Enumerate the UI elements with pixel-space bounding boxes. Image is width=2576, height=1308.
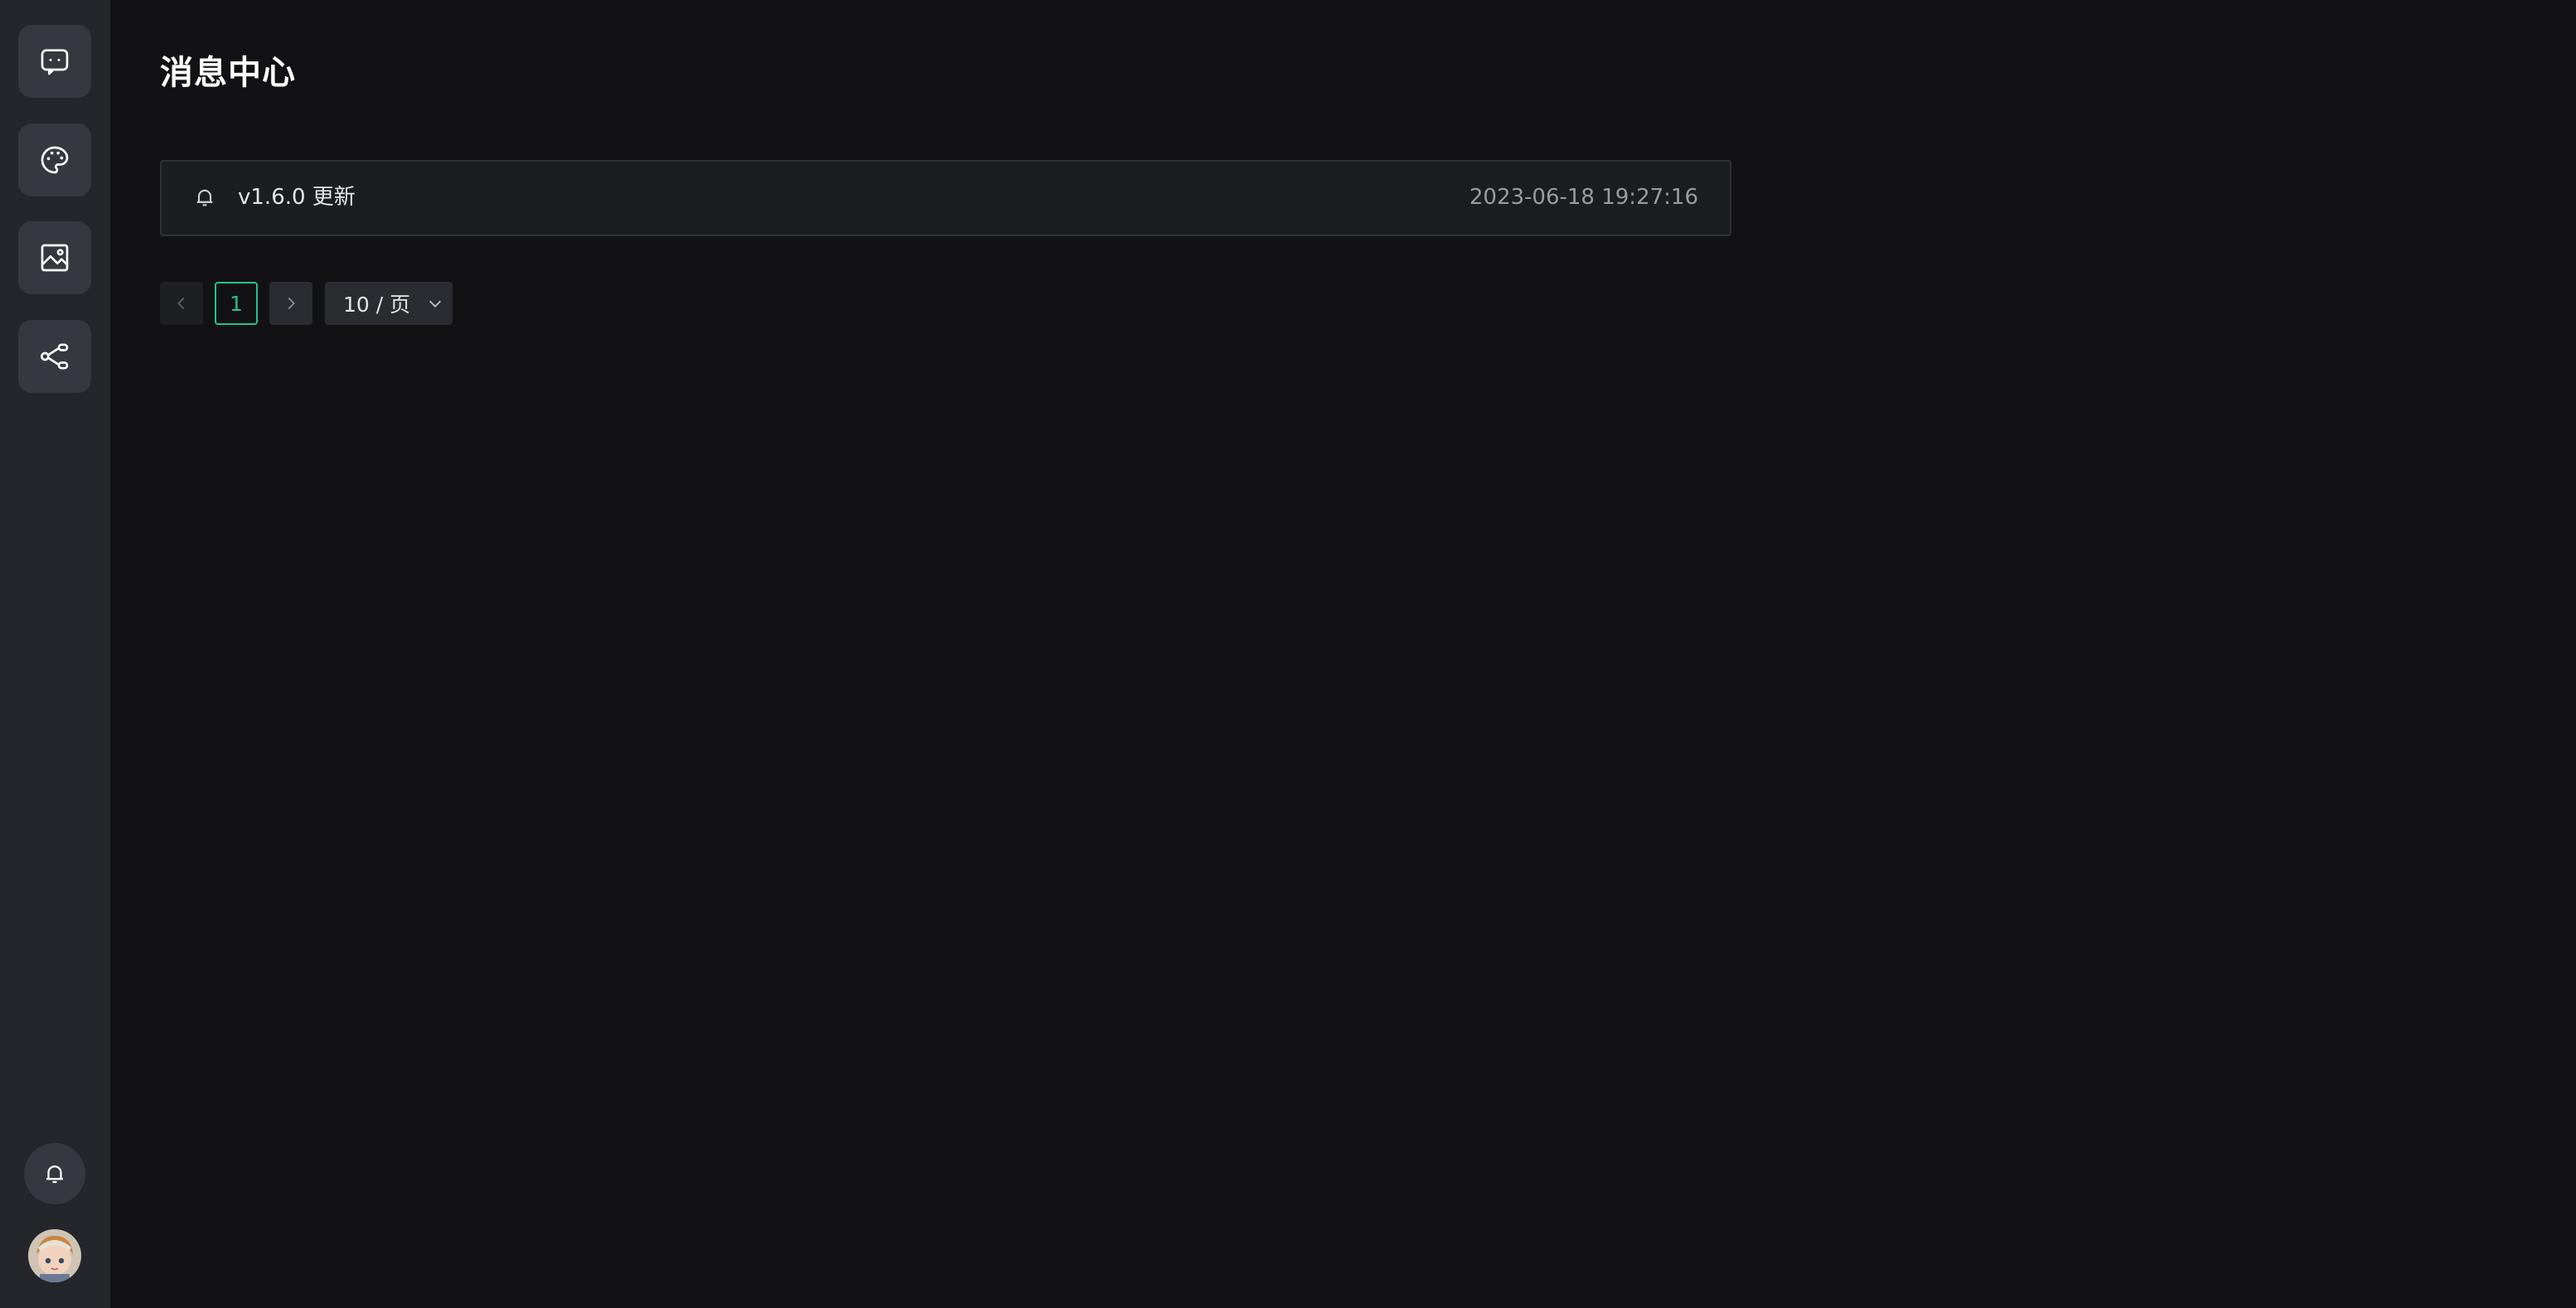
page-size-value: 10 / 页 xyxy=(343,293,411,317)
bell-icon xyxy=(196,189,213,206)
notifications-button[interactable] xyxy=(24,1143,85,1204)
pagination-page-1[interactable]: 1 xyxy=(215,282,258,325)
chevron-left-icon xyxy=(177,297,185,310)
message-item[interactable]: v1.6.0 更新 2023-06-18 19:27:16 xyxy=(160,160,1731,236)
pagination-next-button[interactable] xyxy=(269,282,312,325)
message-time: 2023-06-18 19:27:16 xyxy=(1469,185,1698,210)
sidebar-item-palette[interactable] xyxy=(18,124,91,196)
sidebar-item-share[interactable] xyxy=(18,320,91,393)
image-icon xyxy=(41,244,69,272)
app-root: 消息中心 v1.6.0 更新 2023-06-18 19:27:16 1 10 … xyxy=(0,0,2576,1308)
share-nodes-icon xyxy=(40,343,69,370)
chevron-right-icon xyxy=(288,297,295,310)
sidebar xyxy=(0,0,110,1308)
user-avatar[interactable] xyxy=(28,1229,81,1282)
chevron-down-icon xyxy=(429,300,442,308)
chat-bubble-icon xyxy=(41,49,69,75)
bell-icon xyxy=(46,1165,63,1184)
page-title: 消息中心 xyxy=(160,54,296,92)
pagination-prev-button[interactable] xyxy=(160,282,203,325)
page-size-select[interactable]: 10 / 页 xyxy=(325,282,453,325)
sidebar-item-image[interactable] xyxy=(18,221,91,294)
sidebar-item-chat[interactable] xyxy=(18,25,91,98)
palette-icon xyxy=(41,146,69,174)
message-title: v1.6.0 更新 xyxy=(238,185,356,210)
avatar-image xyxy=(28,1229,81,1282)
